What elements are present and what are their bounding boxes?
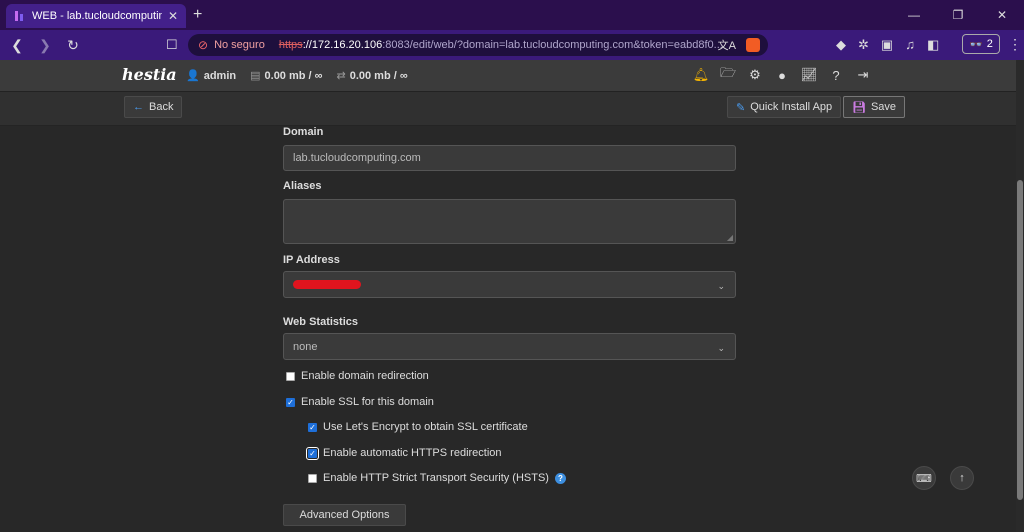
badge-count: 2 (986, 38, 993, 50)
web-statistics-value: none (293, 340, 318, 353)
new-tab-icon[interactable]: + (193, 6, 202, 24)
window-close-icon[interactable]: ✕ (980, 0, 1024, 30)
web-statistics-label: Web Statistics (283, 316, 358, 328)
browser-tab-bar: WEB - lab.tucloudcomputing.com ✕ + — ❐ ✕ (0, 0, 1024, 30)
bandwidth-usage: 0.00 mb / ∞ (349, 70, 408, 82)
window-controls: — ❐ ✕ (892, 0, 1024, 30)
restore-icon[interactable]: ❐ (936, 0, 980, 30)
user-item: 👤 admin (186, 69, 236, 82)
domain-redirection-option: Enable domain redirection (286, 370, 429, 382)
reload-icon[interactable]: ↻ (62, 37, 84, 54)
arrow-left-icon: ← (133, 101, 144, 113)
user-account-icon[interactable]: ● (775, 68, 789, 83)
letsencrypt-option: ✓ Use Let's Encrypt to obtain SSL certif… (308, 421, 528, 433)
advanced-options-button[interactable]: Advanced Options (283, 504, 406, 526)
bandwidth-icon: ⇄ (336, 70, 346, 82)
keyboard-shortcuts-icon[interactable]: ⌨ (912, 466, 936, 490)
https-redirect-checkbox[interactable]: ✓ (306, 446, 319, 460)
ip-address-select[interactable]: ⌄ (283, 271, 736, 298)
domain-redirection-checkbox[interactable] (286, 371, 295, 381)
domain-input[interactable]: lab.tucloudcomputing.com (283, 145, 736, 171)
web-statistics-select[interactable]: none ⌄ (283, 333, 736, 360)
browser-toolbar: ❮ ❯ ↻ ☐ ⊘ No seguro https://172.16.20.10… (0, 30, 1024, 60)
logout-icon[interactable]: ⇥ (856, 67, 870, 82)
security-label: No seguro (214, 39, 265, 51)
tab-title: WEB - lab.tucloudcomputing.com (32, 10, 162, 22)
settings-gear-icon[interactable]: ⚙ (748, 67, 762, 82)
aliases-label: Aliases (283, 180, 322, 192)
floppy-disk-icon: 💾︎ (852, 101, 866, 114)
ssl-label: Enable SSL for this domain (301, 396, 434, 408)
domain-redirection-label: Enable domain redirection (301, 370, 429, 382)
browser-menu-icon[interactable]: ⋮ (1008, 36, 1022, 53)
minimize-icon[interactable]: — (892, 0, 936, 30)
app-header: hestia 👤 admin ▤ 0.00 mb / ∞ ⇄ 0.00 mb / ∞ … (0, 60, 1024, 92)
file-manager-folder-icon[interactable]: 🗁 (720, 65, 736, 82)
url-rest: :8083/edit/web/?domain=lab.tucloudcomput… (382, 39, 723, 51)
https-redirect-option: ✓ Enable automatic HTTPS redirection (306, 446, 502, 460)
redacted-ip-mark (293, 280, 361, 289)
back-label: Back (149, 101, 174, 113)
extension-leo-icon[interactable]: ◆ (836, 37, 846, 53)
action-bar: ← Back ✎ Quick Install App 💾︎ Save (0, 92, 1024, 126)
extension-icons: ◆ ✲ ▣ ♫ ◧ (836, 37, 939, 53)
hsts-option: Enable HTTP Strict Transport Security (H… (308, 472, 566, 484)
ssl-checkbox[interactable]: ✓ (286, 397, 295, 407)
hsts-label: Enable HTTP Strict Transport Security (H… (323, 472, 549, 484)
not-secure-icon: ⊘ (198, 38, 209, 52)
ip-address-label: IP Address (283, 254, 340, 266)
bandwidth-item: ⇄ 0.00 mb / ∞ (337, 69, 408, 82)
forward-nav-icon[interactable]: ❯ (34, 37, 56, 54)
extension-box-icon[interactable]: ▣ (881, 37, 893, 53)
scroll-top-arrow-up-icon[interactable]: ↑ (950, 466, 974, 490)
username: admin (203, 70, 237, 82)
letsencrypt-checkbox[interactable]: ✓ (308, 422, 317, 432)
browser-tab[interactable]: WEB - lab.tucloudcomputing.com ✕ (6, 4, 186, 28)
https-redirect-label: Enable automatic HTTPS redirection (323, 447, 502, 459)
user-icon: 👤 (186, 70, 200, 82)
glasses-icon: 👓 (969, 38, 983, 51)
disk-icon: ▤ (250, 70, 261, 82)
pencil-icon: ✎ (736, 101, 746, 114)
hsts-checkbox[interactable] (308, 473, 317, 483)
ssl-option: ✓ Enable SSL for this domain (286, 396, 434, 408)
user-stats: 👤 admin ▤ 0.00 mb / ∞ ⇄ 0.00 mb / ∞ (186, 69, 408, 82)
scrollbar-thumb[interactable] (1017, 180, 1023, 500)
resize-handle-icon[interactable]: ◢ (727, 233, 733, 242)
disk-item: ▤ 0.00 mb / ∞ (250, 69, 322, 82)
brave-shield-icon[interactable] (746, 38, 760, 52)
aliases-textarea[interactable]: ◢ (283, 199, 736, 244)
notifications-bell-icon[interactable]: 🔔︎ (693, 67, 710, 82)
chevron-down-icon: ⌄ (717, 281, 725, 291)
disk-usage: 0.00 mb / ∞ (264, 70, 323, 82)
bookmark-icon[interactable]: ☐ (166, 37, 178, 53)
save-label: Save (870, 101, 897, 113)
hestia-logo[interactable]: hestia (122, 65, 177, 84)
help-icon[interactable]: ? (829, 68, 843, 83)
address-bar[interactable]: ⊘ No seguro https://172.16.20.106:8083/e… (188, 34, 768, 56)
back-button[interactable]: ← Back (124, 96, 183, 118)
letsencrypt-label: Use Let's Encrypt to obtain SSL certific… (323, 421, 528, 433)
statistics-chart-icon[interactable]: 📈︎ (801, 67, 818, 82)
quick-install-app-button[interactable]: ✎ Quick Install App (727, 96, 842, 118)
domain-label: Domain (283, 126, 324, 138)
translate-icon[interactable]: 文A (718, 37, 736, 53)
quick-install-label: Quick Install App (750, 101, 833, 113)
url-scheme: https (278, 39, 303, 51)
media-icon[interactable]: ♫ (905, 37, 915, 53)
vpn-badge[interactable]: 👓 2 (962, 34, 1000, 54)
hsts-help-icon[interactable]: ? (554, 472, 566, 484)
chevron-down-icon: ⌄ (717, 343, 725, 353)
sidebar-icon[interactable]: ◧ (927, 37, 939, 53)
header-nav: 🔔︎ 🗁 ⚙ ● 📈︎ ? ⇥ (693, 65, 870, 83)
back-nav-icon[interactable]: ❮ (6, 37, 28, 54)
tab-close-icon[interactable]: ✕ (168, 9, 178, 23)
url-host: ://172.16.20.106 (302, 39, 383, 51)
save-button[interactable]: 💾︎ Save (843, 96, 906, 118)
extensions-puzzle-icon[interactable]: ✲ (858, 37, 869, 53)
hestia-favicon-icon (15, 11, 23, 21)
